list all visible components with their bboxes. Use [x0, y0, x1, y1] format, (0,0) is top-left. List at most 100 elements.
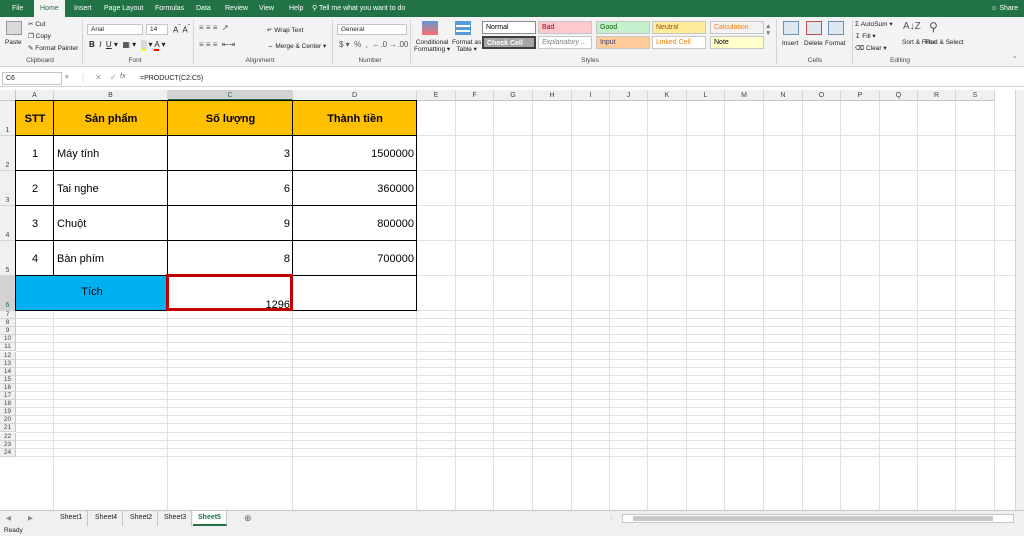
- header-cell[interactable]: STT: [16, 101, 54, 136]
- tab-file[interactable]: File: [6, 0, 29, 17]
- styles-scroll-icons[interactable]: ▲ ▼: [765, 23, 771, 37]
- column-header-o[interactable]: O: [803, 90, 841, 101]
- number-format-icons[interactable]: $ ▾ % , ←.0 →.00: [339, 40, 408, 49]
- column-header-p[interactable]: P: [841, 90, 880, 101]
- amount-cell[interactable]: 800000: [293, 206, 417, 241]
- row-header-12[interactable]: 12: [0, 351, 16, 360]
- vertical-scrollbar[interactable]: [1015, 90, 1024, 510]
- row-header-19[interactable]: 19: [0, 408, 16, 417]
- format-cells-icon[interactable]: [828, 21, 844, 35]
- row-header-22[interactable]: 22: [0, 432, 16, 441]
- paste-button[interactable]: Paste: [5, 39, 22, 46]
- column-header-k[interactable]: K: [648, 90, 687, 101]
- sheet-nav-prev-icon[interactable]: ◀: [6, 514, 11, 522]
- cell-style-explanatory[interactable]: Explanatory ...: [538, 36, 592, 49]
- tab-page-layout[interactable]: Page Layout: [98, 0, 149, 17]
- add-sheet-icon[interactable]: ⊕: [244, 513, 252, 524]
- row-header-24[interactable]: 24: [0, 448, 16, 457]
- row-header-14[interactable]: 14: [0, 367, 16, 376]
- cell-style-note[interactable]: Note: [710, 36, 764, 49]
- sheet-nav-next-icon[interactable]: ▶: [28, 514, 33, 522]
- clear-button[interactable]: ⌫ Clear ▾: [855, 44, 887, 52]
- row-header-2[interactable]: 2: [0, 136, 16, 171]
- row-header-17[interactable]: 17: [0, 392, 16, 401]
- share-button[interactable]: ☺ Share: [990, 0, 1018, 17]
- stt-cell[interactable]: 1: [16, 136, 54, 171]
- insert-function-icon[interactable]: fx: [120, 73, 125, 80]
- row-header-23[interactable]: 23: [0, 440, 16, 449]
- insert-cells-button[interactable]: Insert: [782, 40, 798, 47]
- tab-formulas[interactable]: Formulas: [149, 0, 190, 17]
- insert-cells-icon[interactable]: [783, 21, 799, 35]
- sheet-tab-sheet4[interactable]: Sheet4: [90, 511, 124, 526]
- row-header-3[interactable]: 3: [0, 171, 16, 206]
- sheet-tab-sheet1[interactable]: Sheet1: [55, 511, 89, 526]
- row-header-9[interactable]: 9: [0, 327, 16, 336]
- amount-cell[interactable]: 700000: [293, 241, 417, 276]
- column-header-n[interactable]: N: [764, 90, 803, 101]
- sheet-tab-sheet3[interactable]: Sheet3: [159, 511, 193, 526]
- quantity-cell[interactable]: 9: [168, 206, 293, 241]
- column-header-s[interactable]: S: [956, 90, 995, 101]
- vertical-align-icons[interactable]: ≡ ≡ ≡ ↗: [199, 23, 229, 32]
- row-header-1[interactable]: 1: [0, 101, 16, 136]
- row-header-4[interactable]: 4: [0, 206, 16, 241]
- tab-view[interactable]: View: [253, 0, 280, 17]
- paste-icon[interactable]: [6, 21, 22, 35]
- tell-me-box[interactable]: ⚲ Tell me what you want to do: [312, 0, 405, 17]
- name-box[interactable]: C6: [2, 72, 62, 85]
- quantity-cell[interactable]: 6: [168, 171, 293, 206]
- tab-insert[interactable]: Insert: [68, 0, 98, 17]
- cell-style-input[interactable]: Input: [596, 36, 650, 49]
- font-grow-shrink[interactable]: Aˆ Aˇ: [173, 24, 190, 35]
- row-header-7[interactable]: 7: [0, 311, 16, 320]
- tab-split-handle[interactable]: ⋮: [608, 514, 615, 522]
- format-cells-button[interactable]: Format: [825, 40, 846, 47]
- column-header-i[interactable]: I: [572, 90, 610, 101]
- cell-style-bad[interactable]: Bad: [538, 21, 592, 34]
- stt-cell[interactable]: 2: [16, 171, 54, 206]
- row-header-20[interactable]: 20: [0, 416, 16, 425]
- autosum-button[interactable]: Σ AutoSum ▾: [855, 20, 893, 28]
- find-magnifier-icon[interactable]: ⚲: [929, 20, 938, 34]
- column-header-e[interactable]: E: [417, 90, 456, 101]
- fill-button[interactable]: ↧ Fill ▾: [855, 32, 876, 40]
- total-label-cell[interactable]: Tích: [16, 276, 168, 311]
- collapse-ribbon-icon[interactable]: ⌃: [1012, 55, 1017, 63]
- column-header-q[interactable]: Q: [880, 90, 918, 101]
- sort-filter-icon[interactable]: A↓Z: [903, 21, 921, 32]
- row-header-13[interactable]: 13: [0, 359, 16, 368]
- quantity-cell[interactable]: 3: [168, 136, 293, 171]
- conditional-formatting-button[interactable]: Conditional Formatting ▾: [414, 39, 450, 53]
- format-as-table-button[interactable]: Format as Table ▾: [452, 39, 481, 53]
- horizontal-scrollbar[interactable]: [622, 514, 1014, 523]
- cell-style-linked-cell[interactable]: Linked Cell: [652, 36, 706, 49]
- horizontal-scroll-thumb[interactable]: [633, 516, 993, 521]
- find-select-button[interactable]: Find & Select: [925, 39, 964, 46]
- namebox-dropdown-icon[interactable]: ▾: [65, 73, 69, 81]
- cell-style-good[interactable]: Good: [596, 21, 650, 34]
- empty-total-amount-cell[interactable]: [293, 276, 417, 311]
- font-format-row[interactable]: B I U ▾ ▦ ▾ ░ ▾ A ▾: [89, 40, 166, 51]
- formula-action-icons[interactable]: ⋮✕✓: [79, 73, 124, 82]
- sheet-tab-sheet5[interactable]: Sheet5: [193, 511, 227, 526]
- format-as-table-icon[interactable]: [455, 21, 471, 35]
- cell-style-calculation[interactable]: Calculation: [710, 21, 764, 34]
- cut-button[interactable]: ✂ Cut: [28, 20, 45, 28]
- column-header-h[interactable]: H: [533, 90, 572, 101]
- delete-cells-button[interactable]: Delete: [804, 40, 823, 47]
- column-header-r[interactable]: R: [918, 90, 956, 101]
- product-cell[interactable]: Máy tính: [54, 136, 168, 171]
- column-header-l[interactable]: L: [687, 90, 725, 101]
- row-header-15[interactable]: 15: [0, 375, 16, 384]
- cell-style-check-cell[interactable]: Check Cell: [482, 36, 536, 49]
- font-name-combo[interactable]: Arial: [87, 24, 143, 35]
- copy-button[interactable]: ❐ Copy: [28, 32, 51, 40]
- number-format-combo[interactable]: General: [337, 24, 407, 35]
- stt-cell[interactable]: 4: [16, 241, 54, 276]
- product-cell[interactable]: Tai nghe: [54, 171, 168, 206]
- quantity-cell[interactable]: 8: [168, 241, 293, 276]
- row-header-8[interactable]: 8: [0, 319, 16, 328]
- tab-data[interactable]: Data: [190, 0, 217, 17]
- conditional-formatting-icon[interactable]: [422, 21, 438, 35]
